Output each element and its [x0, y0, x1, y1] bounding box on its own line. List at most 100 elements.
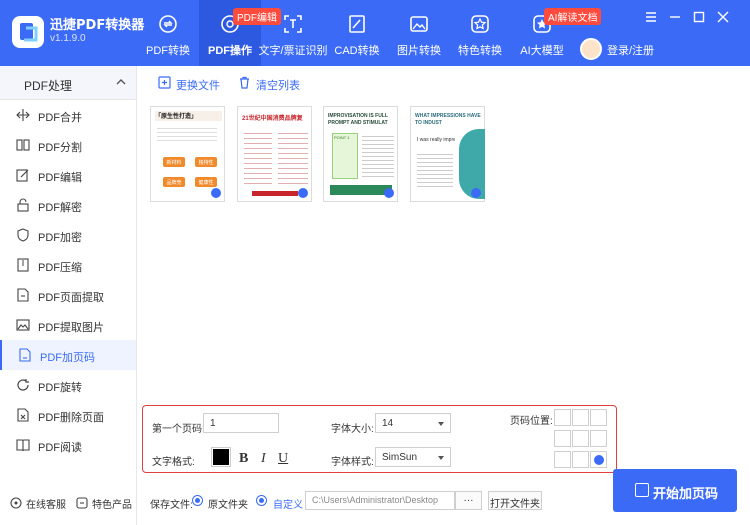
sidebar-item-read[interactable]: PDF阅读 [0, 430, 136, 460]
compress-icon [17, 258, 29, 272]
nav-ocr[interactable]: 文字/票证识别 [258, 0, 328, 66]
chevron-up-icon[interactable] [116, 78, 126, 86]
replace-file-label: 更换文件 [176, 80, 220, 92]
position-cell[interactable] [554, 451, 571, 468]
font-style-value: SimSun [382, 452, 418, 463]
thumb-footer-bar [330, 185, 392, 195]
book-icon [16, 439, 30, 452]
sidebar-item-extract-images[interactable]: PDF提取图片 [0, 310, 136, 340]
sidebar-item-delete-pages[interactable]: PDF删除页面 [0, 400, 136, 430]
thumb-tag: 独特性 [195, 157, 217, 167]
sidebar-item-label: PDF编辑 [38, 172, 82, 184]
login-link[interactable]: 登录/注册 [607, 42, 654, 58]
top-bar: 迅捷PDF转换器 v1.1.9.0 PDF转换 PDF操作 PDF编辑 文字/票… [0, 0, 750, 66]
bold-button[interactable]: B [239, 451, 248, 467]
source-folder-label[interactable]: 原文件夹 [208, 496, 248, 511]
sidebar-item-label: PDF旋转 [38, 382, 82, 394]
page-number-icon [19, 348, 31, 362]
radio-source-folder[interactable] [192, 495, 203, 506]
selected-indicator[interactable] [384, 188, 394, 198]
file-thumbnail[interactable]: 「原生性打造」 新材料 独特性 品牌竞 健康性 [150, 106, 225, 202]
page-extract-icon [17, 288, 29, 302]
sidebar-item-label: PDF解密 [38, 202, 82, 214]
thumb-title: 「原生性打造」 [155, 111, 222, 121]
font-size-label: 字体大小: [331, 424, 374, 435]
file-thumbnail[interactable]: 21世纪中国消费品牌复 [237, 106, 312, 202]
sidebar-item-label: PDF删除页面 [38, 412, 104, 424]
file-thumbnail[interactable]: IMPROVISATION IS FULL PROMPT AND STIMULA… [323, 106, 398, 202]
sidebar-item-rotate[interactable]: PDF旋转 [0, 370, 136, 400]
browse-button[interactable]: ··· [455, 491, 482, 510]
sidebar-item-compress[interactable]: PDF压缩 [0, 250, 136, 280]
position-cell[interactable] [590, 430, 607, 447]
custom-label[interactable]: 自定义 [273, 496, 303, 511]
position-cell[interactable] [590, 409, 607, 426]
position-cell-selected[interactable] [590, 451, 607, 468]
selected-indicator[interactable] [471, 188, 481, 198]
thumb-tag: 品牌竞 [163, 177, 185, 187]
font-style-select[interactable]: SimSun [375, 447, 451, 467]
position-label: 页码位置: [510, 416, 553, 427]
thumb-title: 21世纪中国消费品牌复 [242, 116, 303, 122]
thumb-tag: 健康性 [195, 177, 217, 187]
color-swatch[interactable] [211, 447, 231, 467]
underline-button[interactable]: U [278, 451, 288, 467]
position-cell[interactable] [554, 430, 571, 447]
selected-indicator[interactable] [211, 188, 221, 198]
nav-label: AI大模型 [520, 45, 564, 57]
start-add-page-numbers-button[interactable]: 开始加页码 [613, 469, 737, 512]
online-service-link[interactable]: 在线客服 [26, 496, 66, 511]
sidebar-item-label: PDF提取图片 [38, 322, 104, 334]
save-file-label: 保存文件: [150, 500, 193, 511]
image-extract-icon [16, 319, 30, 331]
position-cell[interactable] [554, 409, 571, 426]
selected-indicator[interactable] [298, 188, 308, 198]
color-swatch-fill [213, 449, 229, 465]
first-page-label: 第一个页码: [152, 424, 205, 435]
sidebar-item-label: PDF阅读 [38, 442, 82, 454]
first-page-input[interactable]: 1 [203, 413, 279, 433]
font-size-select[interactable]: 14 [375, 413, 451, 433]
sidebar-item-extract-pages[interactable]: PDF页面提取 [0, 280, 136, 310]
sidebar-item-add-page-numbers[interactable]: PDF加页码 [0, 340, 136, 370]
sidebar-item-label: PDF加密 [38, 232, 82, 244]
menu-icon[interactable] [643, 9, 659, 25]
sidebar-item-split[interactable]: PDF分割 [0, 130, 136, 160]
open-folder-button[interactable]: 打开文件夹 [488, 491, 542, 510]
headset-icon [10, 497, 22, 509]
rotate-icon [17, 379, 29, 391]
sidebar: PDF处理 PDF合并 PDF分割 PDF编辑 PDF解密 PDF加密 PDF压… [0, 66, 137, 525]
sidebar-item-decrypt[interactable]: PDF解密 [0, 190, 136, 220]
app-version: v1.1.9.0 [50, 33, 86, 44]
position-cell[interactable] [572, 409, 589, 426]
position-cell[interactable] [572, 430, 589, 447]
selected-dot [594, 455, 604, 465]
app-name: 迅捷PDF转换器 [50, 18, 145, 33]
maximize-icon[interactable] [691, 9, 707, 25]
ai-doc-badge: AI解读文档 [544, 8, 602, 25]
thumb-text-lines [157, 125, 217, 143]
special-products-link[interactable]: 特色产品 [92, 496, 132, 511]
font-size-value: 14 [382, 418, 394, 429]
close-icon[interactable] [715, 9, 731, 25]
sidebar-item-encrypt[interactable]: PDF加密 [0, 220, 136, 250]
start-button-label: 开始加页码 [653, 486, 719, 501]
radio-custom[interactable] [256, 495, 267, 506]
unlock-icon [17, 198, 29, 212]
product-icon [76, 497, 88, 509]
shield-icon [17, 228, 29, 242]
sidebar-item-merge[interactable]: PDF合并 [0, 100, 136, 130]
sidebar-item-label: PDF页面提取 [38, 292, 104, 304]
sidebar-header[interactable]: PDF处理 [0, 66, 136, 100]
path-input[interactable]: C:\Users\Administrator\Desktop [305, 491, 455, 510]
minimize-icon[interactable] [667, 9, 683, 25]
sidebar-item-edit[interactable]: PDF编辑 [0, 160, 136, 190]
position-cell[interactable] [572, 451, 589, 468]
image-icon [410, 16, 428, 32]
italic-button[interactable]: I [261, 451, 266, 467]
edit-icon [16, 169, 29, 182]
avatar[interactable] [580, 38, 602, 60]
sidebar-item-label: PDF分割 [38, 142, 82, 154]
thumb-text-lines [362, 133, 394, 179]
file-thumbnail[interactable]: WHAT IMPRESSIONS HAVE TO INDUST I was re… [410, 106, 485, 202]
